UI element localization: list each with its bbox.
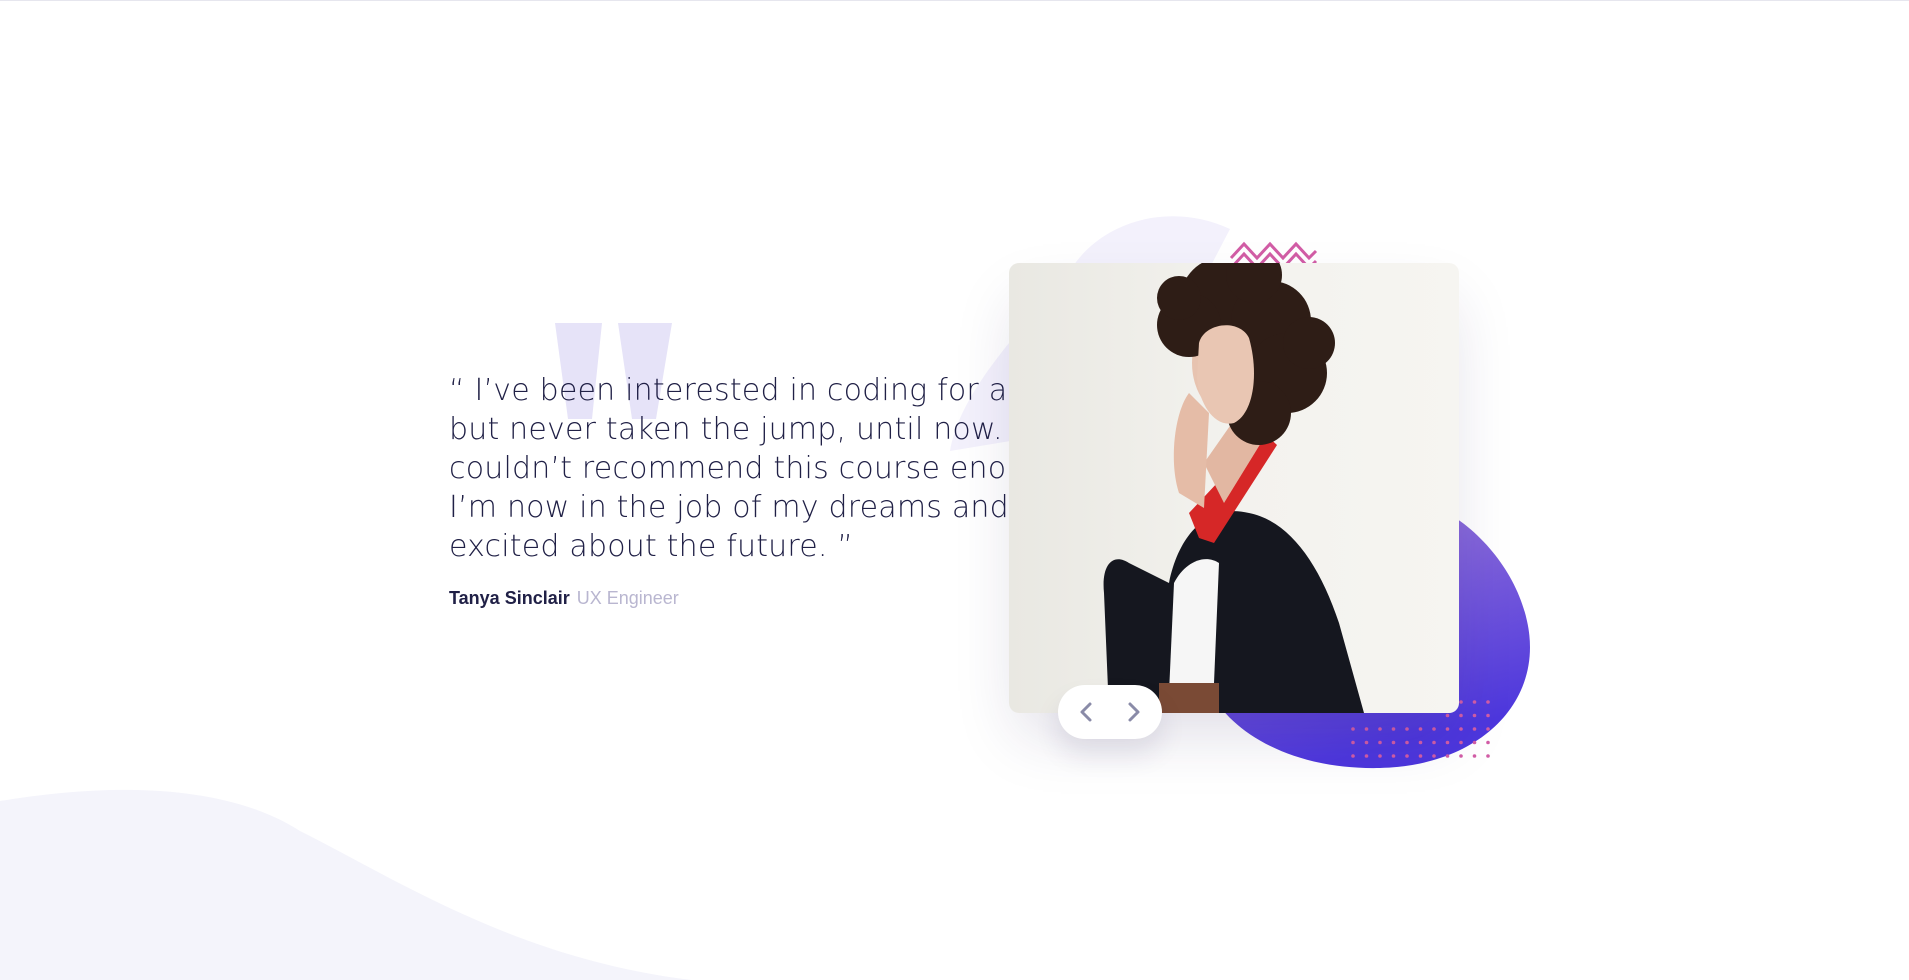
author-role: UX Engineer	[576, 588, 679, 608]
chevron-right-icon	[1128, 702, 1140, 722]
next-button[interactable]	[1121, 699, 1147, 725]
testimonial-page: “ I’ve been interested in coding for a w…	[0, 0, 1909, 980]
previous-button[interactable]	[1073, 699, 1099, 725]
portrait-photo	[1009, 263, 1459, 713]
chevron-left-icon	[1080, 702, 1092, 722]
slider-controls	[1058, 685, 1162, 739]
testimonial-attribution: Tanya Sinclair UX Engineer	[449, 588, 679, 609]
author-name: Tanya Sinclair	[449, 588, 570, 608]
